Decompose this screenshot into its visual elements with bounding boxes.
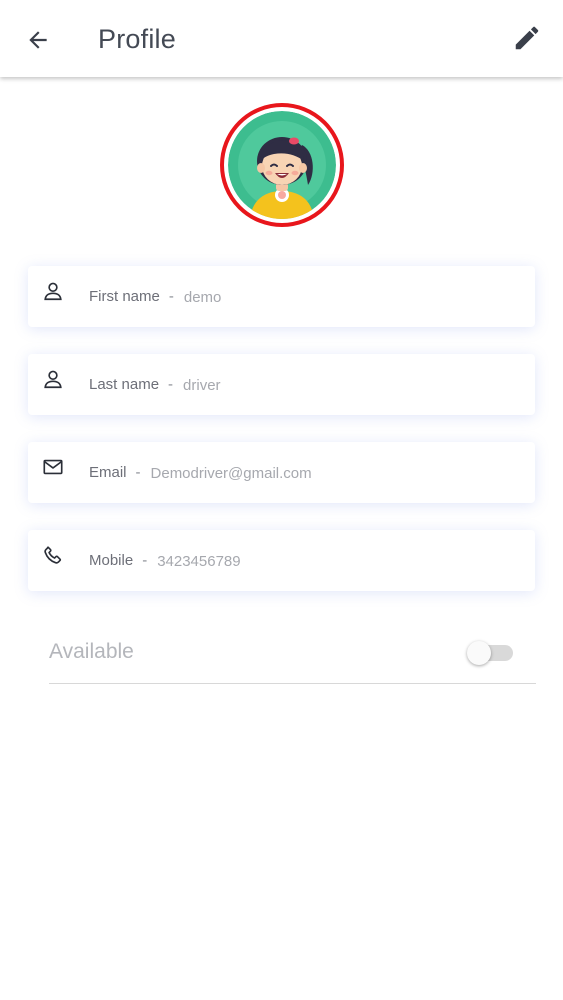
phone-icon (42, 544, 64, 566)
last-name-field[interactable]: Last name - driver (28, 354, 535, 415)
profile-screen: Profile First name - demo Last name - dr… (0, 0, 563, 1000)
field-label: Mobile (89, 552, 134, 569)
avatar-image (228, 111, 336, 219)
last-name-value: driver (183, 377, 221, 394)
field-separator: - (168, 288, 174, 305)
app-bar: Profile (0, 0, 563, 77)
user-icon (42, 368, 64, 390)
field-separator: - (168, 376, 174, 393)
email-field[interactable]: Email - Demodriver@gmail.com (28, 442, 535, 503)
back-button[interactable] (18, 20, 58, 60)
available-toggle[interactable] (467, 641, 515, 665)
avatar[interactable] (220, 103, 344, 227)
girl-avatar-illustration (228, 111, 336, 219)
field-label: Email (89, 464, 127, 481)
mobile-field[interactable]: Mobile - 3423456789 (28, 530, 535, 591)
available-label: Available (49, 640, 134, 663)
arrow-left-icon (29, 31, 47, 49)
pencil-icon (515, 26, 539, 50)
edit-button[interactable] (507, 18, 547, 58)
first-name-field[interactable]: First name - demo (28, 266, 535, 327)
page-title: Profile (98, 24, 176, 54)
user-icon (42, 280, 64, 302)
field-label: Last name (89, 376, 160, 393)
field-separator: - (142, 552, 148, 569)
field-label: First name (89, 288, 160, 305)
mobile-value: 3423456789 (157, 553, 241, 570)
divider (49, 683, 536, 684)
mail-icon (42, 456, 64, 478)
toggle-thumb (467, 641, 491, 665)
first-name-value: demo (183, 289, 222, 306)
field-separator: - (135, 464, 141, 481)
email-value: Demodriver@gmail.com (150, 465, 312, 482)
